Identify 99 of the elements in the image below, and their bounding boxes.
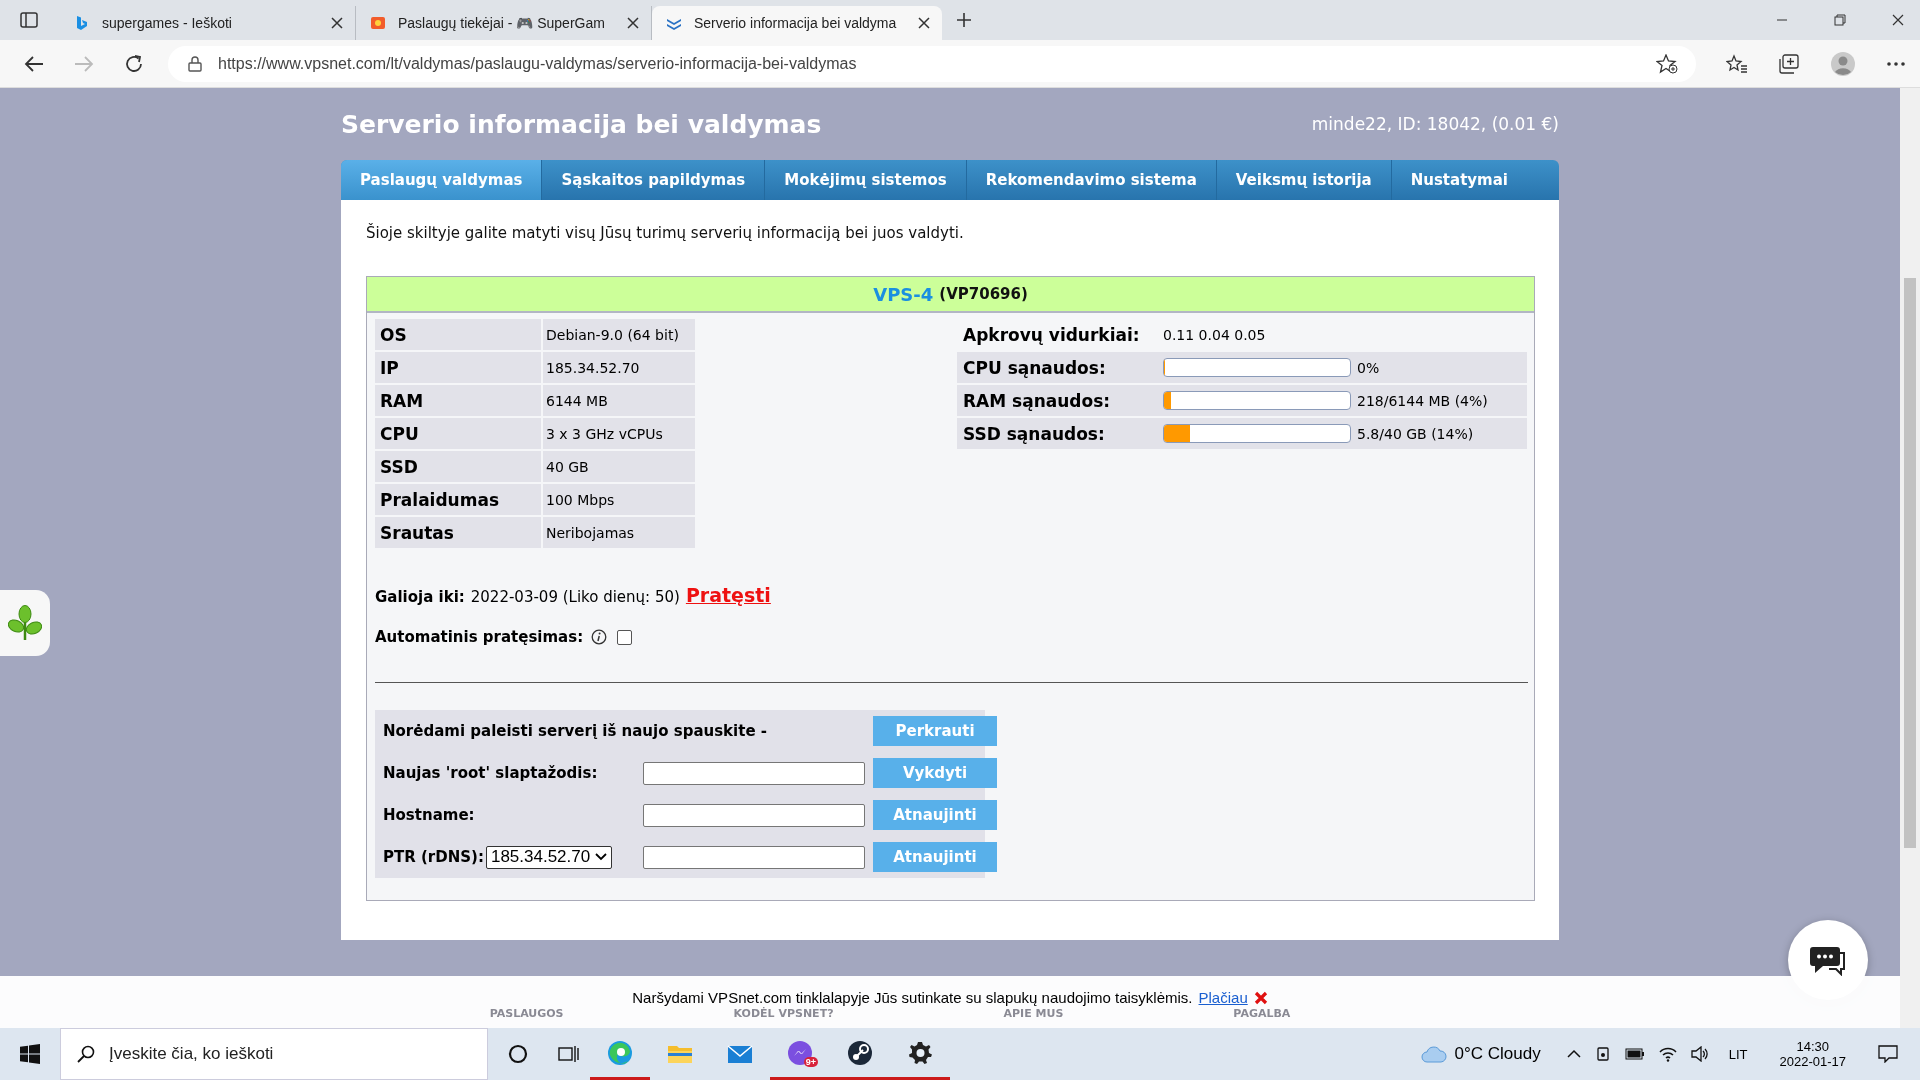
cortana-icon[interactable] bbox=[508, 1044, 528, 1064]
spec-value: 6144 MB bbox=[543, 385, 695, 416]
info-icon[interactable] bbox=[591, 629, 608, 645]
volume-icon[interactable] bbox=[1690, 1046, 1709, 1062]
more-icon[interactable] bbox=[1886, 60, 1906, 67]
renew-link[interactable]: Pratęsti bbox=[685, 584, 771, 606]
spec-label: CPU bbox=[375, 418, 541, 449]
field-label: Norėdami paleisti serverį iš naujo spauskite - bbox=[383, 722, 769, 740]
scroll-thumb[interactable] bbox=[1904, 278, 1916, 848]
leaf-widget[interactable] bbox=[0, 590, 50, 656]
usage-reading: 0% bbox=[1357, 359, 1380, 376]
back-icon[interactable] bbox=[24, 54, 44, 73]
input-field[interactable] bbox=[643, 803, 865, 827]
leaf-icon bbox=[8, 604, 42, 642]
tab-title: supergames - Ieškoti bbox=[102, 15, 233, 31]
page-title: Serverio informacija bei valdymas bbox=[341, 109, 822, 139]
expiry-date: 2022-03-09 (Liko dienų: 50) bbox=[470, 588, 680, 606]
action-button[interactable]: Atnaujinti bbox=[873, 842, 997, 872]
usage-reading: 5.8/40 GB (14%) bbox=[1357, 425, 1474, 442]
restore-icon[interactable] bbox=[1834, 14, 1846, 26]
favicon-icon bbox=[370, 15, 386, 31]
usage-label: RAM sąnaudos: bbox=[963, 390, 1112, 411]
usage-label: SSD sąnaudos: bbox=[963, 423, 1106, 444]
spec-label: SSD bbox=[375, 451, 541, 482]
auto-renew-label: Automatinis pratęsimas: bbox=[375, 628, 584, 646]
close-icon[interactable] bbox=[331, 17, 343, 29]
wifi-icon[interactable] bbox=[1658, 1046, 1677, 1062]
chevron-up-icon[interactable] bbox=[1566, 1049, 1581, 1059]
cookie-text: Naršydami VPSnet.com tinklalapyje Jūs sutinkate su slapukų naudojimo taisyklėmis. bbox=[632, 989, 1193, 1006]
auto-renew-checkbox[interactable] bbox=[617, 629, 633, 645]
cloud-icon bbox=[1420, 1045, 1447, 1063]
chevron-down-icon bbox=[595, 853, 608, 861]
action-button[interactable]: Perkrauti bbox=[873, 716, 997, 746]
weather-widget[interactable]: 0°C Cloudy bbox=[1420, 1044, 1541, 1064]
taskbar-search-field[interactable]: Įveskite čia, ko ieškoti bbox=[60, 1028, 488, 1080]
close-icon[interactable] bbox=[627, 17, 639, 29]
taskbar-app[interactable]: 9+ bbox=[770, 1028, 830, 1080]
favorites-icon[interactable] bbox=[1726, 53, 1748, 74]
action-button[interactable]: Atnaujinti bbox=[873, 800, 997, 830]
footer-link[interactable]: KODĖL VPSNET? bbox=[733, 1007, 834, 1020]
search-icon bbox=[77, 1045, 95, 1063]
spec-value: Debian-9.0 (64 bit) bbox=[543, 319, 695, 350]
tab-title: Serverio informacija bei valdyma bbox=[694, 15, 898, 31]
profile-icon[interactable] bbox=[1830, 50, 1856, 77]
footer-link[interactable]: PASLAUGOS bbox=[489, 1007, 564, 1020]
action-button[interactable]: Vykdyti bbox=[873, 758, 997, 788]
device-icon[interactable] bbox=[1594, 1046, 1611, 1062]
address-field[interactable]: https://www.vpsnet.com/lt/valdymas/paslaugu-valdymas/serverio-informacija-bei-valdymas bbox=[168, 45, 1696, 82]
spec-label: OS bbox=[375, 319, 541, 350]
field-label: Naujas 'root' slaptažodis: bbox=[383, 764, 599, 782]
spec-value: Neribojamas bbox=[543, 517, 695, 548]
intro-text: Šioje skiltyje galite matyti visų Jūsų turimų serverių informaciją bei juos valdyti. bbox=[366, 224, 965, 242]
new-tab-icon[interactable] bbox=[956, 12, 972, 28]
language-indicator[interactable]: LIT bbox=[1728, 1046, 1748, 1062]
scrollbar[interactable] bbox=[1900, 88, 1920, 1028]
tab-title: Paslaugų tiekėjai - 🎮 SuperGam bbox=[398, 15, 606, 31]
ip-dropdown[interactable]: 185.34.52.70 bbox=[485, 845, 613, 869]
load-value: 0.11 0.04 0.05 bbox=[1163, 326, 1266, 343]
reload-icon[interactable] bbox=[124, 53, 144, 74]
expiry-label: Galioja iki: bbox=[375, 588, 465, 606]
windows-start-icon[interactable] bbox=[20, 1044, 40, 1064]
input-field[interactable] bbox=[643, 761, 865, 785]
input-field[interactable] bbox=[643, 845, 865, 869]
usage-label: CPU sąnaudos: bbox=[963, 357, 1107, 378]
battery-icon[interactable] bbox=[1624, 1048, 1645, 1060]
task-view-icon[interactable] bbox=[558, 1044, 580, 1064]
notifications-icon[interactable] bbox=[1878, 1045, 1898, 1063]
close-icon[interactable] bbox=[1892, 14, 1904, 26]
favicon-icon bbox=[74, 15, 90, 31]
load-label: Apkrovų vidurkiai: bbox=[963, 324, 1141, 345]
sidebar-icon[interactable] bbox=[20, 12, 38, 28]
clock-date[interactable]: 2022-01-17 bbox=[1779, 1054, 1846, 1069]
spec-label: RAM bbox=[375, 385, 541, 416]
server-code: (VP70696) bbox=[939, 285, 1028, 303]
browser-tab[interactable]: Serverio informacija bei valdyma bbox=[652, 6, 942, 40]
collections-icon[interactable] bbox=[1778, 53, 1800, 74]
account-info: minde22, ID: 18042, (0.01 €) bbox=[1311, 114, 1559, 134]
add-favorite-icon[interactable] bbox=[1656, 53, 1678, 74]
spec-label: Srautas bbox=[375, 517, 541, 548]
spec-value: 185.34.52.70 bbox=[543, 352, 695, 383]
field-label: PTR (rDNS): bbox=[383, 848, 484, 866]
footer-link[interactable]: APIE MUS bbox=[1003, 1007, 1064, 1020]
spec-value: 3 x 3 GHz vCPUs bbox=[543, 418, 695, 449]
spec-label: Pralaidumas bbox=[375, 484, 541, 515]
nav-tab[interactable]: Nustatymai bbox=[1391, 160, 1527, 200]
forward-icon bbox=[74, 54, 94, 73]
spec-label: IP bbox=[375, 352, 541, 383]
spec-value: 40 GB bbox=[543, 451, 695, 482]
notification-badge: 9+ bbox=[803, 1057, 818, 1067]
server-name[interactable]: VPS-4 bbox=[873, 283, 934, 305]
footer-link[interactable]: PAGALBA bbox=[1233, 1007, 1291, 1020]
spec-value: 100 Mbps bbox=[543, 484, 695, 515]
lock-icon bbox=[188, 55, 202, 72]
more-link[interactable]: Plačiau bbox=[1198, 989, 1248, 1006]
close-icon[interactable] bbox=[918, 17, 930, 29]
nav-tab[interactable]: Paslaugų valdymas bbox=[341, 160, 543, 200]
clock-time[interactable]: 14:30 bbox=[1796, 1039, 1829, 1054]
field-label: Hostname: bbox=[383, 806, 476, 824]
usage-reading: 218/6144 MB (4%) bbox=[1357, 392, 1488, 409]
